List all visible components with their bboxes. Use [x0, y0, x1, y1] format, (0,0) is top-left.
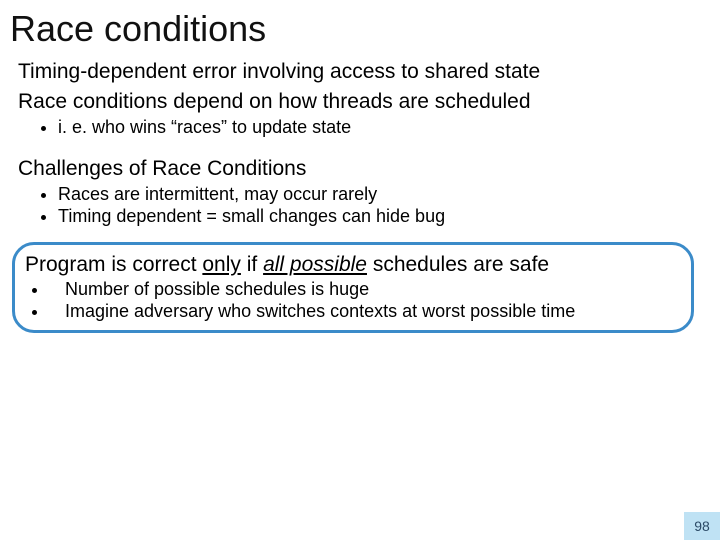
definition-para-1: Timing-dependent error involving access …: [18, 60, 558, 84]
callout-box: Program is correct only if all possible …: [12, 242, 694, 333]
bullet-item: Imagine adversary who switches contexts …: [49, 301, 681, 323]
slide-body: Timing-dependent error involving access …: [0, 60, 720, 333]
challenges-heading: Challenges of Race Conditions: [18, 157, 558, 181]
page-number-badge: 98: [684, 512, 720, 540]
challenges-bullets: Races are intermittent, may occur rarely…: [18, 181, 702, 228]
bullet-item: Timing dependent = small changes can hid…: [58, 205, 702, 228]
definition-para-2: Race conditions depend on how threads ar…: [18, 90, 558, 114]
callout-bullets: Number of possible schedules is huge Ima…: [25, 277, 681, 322]
bullet-item: Number of possible schedules is huge: [49, 279, 681, 301]
callout-text: Program is correct only if all possible …: [25, 253, 655, 277]
bullet-item: Races are intermittent, may occur rarely: [58, 183, 702, 206]
callout-text-mid: if: [241, 253, 263, 276]
bullet-item: i. e. who wins “races” to update state: [58, 116, 702, 139]
callout-text-only: only: [202, 253, 241, 276]
callout-text-pre: Program is correct: [25, 253, 202, 276]
callout-text-post: schedules are safe: [367, 253, 549, 276]
definition-bullets: i. e. who wins “races” to update state: [18, 114, 702, 139]
slide-title: Race conditions: [0, 0, 720, 54]
slide: Race conditions Timing-dependent error i…: [0, 0, 720, 540]
callout-text-all-possible: all possible: [263, 253, 367, 276]
